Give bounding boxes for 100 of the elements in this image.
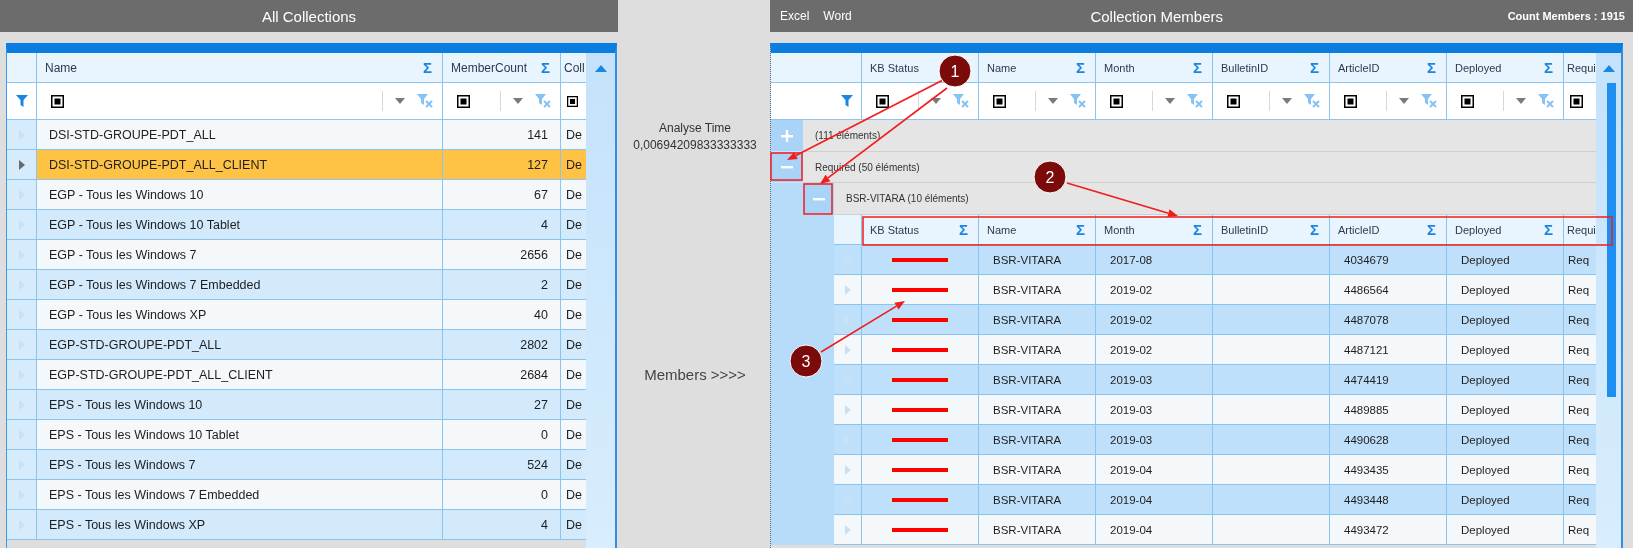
table-row[interactable]: EGP - Tous les Windows 7 2656 De [7,240,586,270]
dropdown-caret-icon[interactable] [1399,98,1409,104]
callout-badge: 3 [789,344,823,378]
scrollbar[interactable] [586,53,615,548]
table-cell: 2802 [443,330,561,360]
table-row[interactable]: EPS - Tous les Windows XP 4 De [7,510,586,540]
members-button[interactable]: Members >>>> [644,366,746,383]
analyse-time-label: Analyse Time [658,120,732,137]
row-header[interactable] [834,335,862,365]
clear-filter-icon[interactable] [535,94,552,108]
table-cell: Deployed [1447,395,1564,425]
clear-filter-icon[interactable] [1070,94,1087,108]
checkbox-icon[interactable] [457,94,470,108]
column-header[interactable]: ArticleID Σ [1330,53,1447,83]
dropdown-caret-icon[interactable] [395,98,405,104]
table-row[interactable]: DSI-STD-GROUPE-PDT_ALL_CLIENT 127 De [7,150,586,180]
checkbox-icon[interactable] [876,94,889,108]
row-header[interactable] [834,305,862,335]
filter-icon[interactable] [15,95,28,107]
scroll-up-icon[interactable] [1602,65,1615,72]
dropdown-caret-icon[interactable] [931,98,941,104]
clear-filter-icon[interactable] [1421,94,1438,108]
table-row[interactable]: DSI-STD-GROUPE-PDT_ALL 141 De [7,120,586,150]
column-header[interactable]: MemberCount Σ [443,53,561,83]
table-cell: Deployed [1447,245,1564,275]
table-cell: De [561,360,586,390]
column-header[interactable]: Deployed Σ [1447,215,1564,245]
column-header[interactable]: Name Σ [979,53,1096,83]
dropdown-caret-icon[interactable] [1282,98,1292,104]
table-cell: 67 [443,180,561,210]
clear-filter-icon[interactable] [1304,94,1321,108]
table-cell: 4489885 [1330,395,1447,425]
checkbox-icon[interactable] [1570,94,1583,108]
table-row[interactable]: EPS - Tous les Windows 10 27 De [7,390,586,420]
table-row[interactable]: EGP - Tous les Windows 10 Tablet 4 De [7,210,586,240]
callout-badge: 1 [938,54,972,88]
column-header[interactable]: Month Σ [1096,53,1213,83]
highlight-frame [770,152,803,181]
column-header[interactable]: BulletinID Σ [1213,53,1330,83]
table-cell: Req [1564,395,1596,425]
table-row[interactable]: EPS - Tous les Windows 10 Tablet 0 De [7,420,586,450]
table-row[interactable]: EGP - Tous les Windows 10 67 De [7,180,586,210]
table-cell: 2019-03 [1096,365,1213,395]
table-cell: De [561,270,586,300]
column-header[interactable]: KB Status Σ [862,215,979,245]
column-header[interactable]: ArticleID Σ [1330,215,1447,245]
table-cell: EPS - Tous les Windows 10 Tablet [37,420,443,450]
table-cell: 4486564 [1330,275,1447,305]
column-header[interactable]: BulletinID Σ [1213,215,1330,245]
clear-filter-icon[interactable] [1538,94,1555,108]
column-header[interactable]: Deployed Σ [1447,53,1564,83]
clear-filter-icon[interactable] [1187,94,1204,108]
checkbox-icon[interactable] [51,94,64,108]
clear-filter-icon[interactable] [417,94,434,108]
plus-icon [781,129,793,142]
clear-filter-icon[interactable] [953,94,970,108]
table-cell: 4493472 [1330,515,1447,545]
table-cell: 141 [443,120,561,150]
table-cell: Req [1564,365,1596,395]
table-cell: EGP-STD-GROUPE-PDT_ALL [37,330,443,360]
dropdown-caret-icon[interactable] [1516,98,1526,104]
dropdown-caret-icon[interactable] [1165,98,1175,104]
table-cell: Req [1564,335,1596,365]
table-cell: 2656 [443,240,561,270]
dropdown-caret-icon[interactable] [513,98,523,104]
table-cell: De [561,180,586,210]
scrollbar[interactable] [1596,53,1621,548]
table-cell: De [561,150,586,180]
filter-icon[interactable] [841,95,853,107]
member-count: Count Members : 1915 [1507,10,1625,22]
table-row[interactable]: EPS - Tous les Windows 7 Embedded 0 De [7,480,586,510]
table-row[interactable]: EGP - Tous les Windows 7 Embedded 2 De [7,270,586,300]
row-header[interactable] [7,150,37,180]
analyse-time-value: 0,00694209833333333 [633,137,757,154]
scroll-up-icon[interactable] [594,65,607,72]
table-row[interactable]: EPS - Tous les Windows 7 524 De [7,450,586,480]
table-cell: Req [1564,485,1596,515]
checkbox-icon[interactable] [1344,94,1357,108]
column-header[interactable]: Name Σ [979,215,1096,245]
table-cell: EGP - Tous les Windows 7 [37,240,443,270]
table-row[interactable]: EGP-STD-GROUPE-PDT_ALL_CLIENT 2684 De [7,360,586,390]
checkbox-icon[interactable] [1461,94,1474,108]
checkbox-icon[interactable] [1227,94,1240,108]
checkbox-icon[interactable] [993,94,1006,108]
table-cell: 127 [443,150,561,180]
scroll-thumb[interactable] [1607,83,1616,397]
menu-item[interactable]: Word [823,9,860,23]
table-cell: 40 [443,300,561,330]
table-row[interactable]: EGP-STD-GROUPE-PDT_ALL 2802 De [7,330,586,360]
table-cell: 2019-03 [1096,395,1213,425]
checkbox-icon[interactable] [1110,94,1123,108]
menu-item[interactable]: Excel [780,9,818,23]
table-cell: 4487121 [1330,335,1447,365]
checkbox-icon[interactable] [567,94,578,108]
table-cell: EPS - Tous les Windows 10 [37,390,443,420]
table-row[interactable]: EGP - Tous les Windows XP 40 De [7,300,586,330]
column-header[interactable]: Name Σ [37,53,443,83]
dropdown-caret-icon[interactable] [1048,98,1058,104]
column-header[interactable]: Month Σ [1096,215,1213,245]
panel-title: All Collections [0,0,618,32]
